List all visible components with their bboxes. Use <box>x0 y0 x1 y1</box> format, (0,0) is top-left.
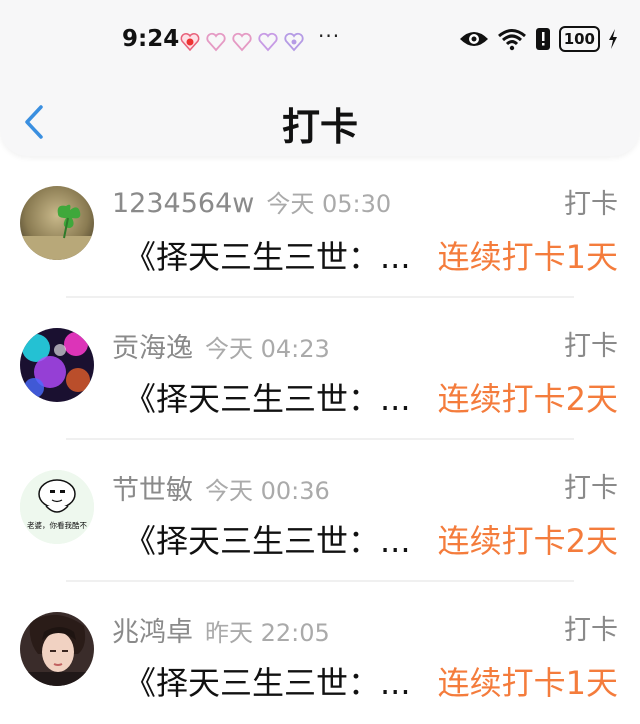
list-item[interactable]: 老婆，你看我酷不 节世敏 今天 00:36 打卡 《择天三生三世：... 连续打卡… <box>0 440 640 582</box>
post-time: 今天 04:23 <box>205 335 330 363</box>
post-time: 昨天 22:05 <box>205 619 330 647</box>
list-item[interactable]: 兆鸿卓 昨天 22:05 打卡 《择天三生三世：... 连续打卡1天 <box>0 582 640 724</box>
more-notifications: ··· <box>318 24 341 48</box>
avatar[interactable] <box>20 328 94 402</box>
user-name: 1234564w 今天 05:30 <box>112 188 392 219</box>
checkin-tag: 打卡 <box>564 615 618 646</box>
list-item[interactable]: 贡海逸 今天 04:23 打卡 《择天三生三世：... 连续打卡2天 <box>0 298 640 440</box>
streak-text: 连续打卡1天 <box>437 664 618 702</box>
eye-icon <box>459 32 488 46</box>
wifi-icon <box>497 29 526 51</box>
status-time: 9:24 <box>122 26 180 52</box>
post-time: 今天 00:36 <box>205 477 330 505</box>
page-title: 打卡 <box>281 105 358 149</box>
user-name: 贡海逸 今天 04:23 <box>112 333 330 364</box>
status-bar: 9:24 ··· 100 <box>0 18 640 64</box>
charging-icon <box>609 29 617 49</box>
book-title: 《择天三生三世：... <box>124 238 411 276</box>
list-item[interactable]: 1234564w 今天 05:30 打卡 《择天三生三世：... 连续打卡1天 <box>0 156 640 298</box>
book-title: 《择天三生三世：... <box>124 522 411 560</box>
notification-icons <box>180 32 304 52</box>
post-time: 今天 05:30 <box>266 190 392 218</box>
avatar[interactable] <box>20 186 94 260</box>
alert-icon <box>535 28 550 50</box>
battery-indicator: 100 <box>558 26 600 52</box>
user-name: 兆鸿卓 昨天 22:05 <box>112 617 330 648</box>
streak-text: 连续打卡2天 <box>437 522 618 560</box>
system-icons: 100 <box>459 26 618 52</box>
book-title: 《择天三生三世：... <box>124 664 411 702</box>
notif-icon <box>180 33 200 52</box>
avatar-caption: 老婆，你看我酷不 <box>27 520 87 530</box>
checkin-tag: 打卡 <box>564 331 618 362</box>
avatar[interactable] <box>20 612 94 686</box>
heart-icon <box>206 32 226 52</box>
heart-icon <box>258 32 278 52</box>
streak-text: 连续打卡2天 <box>437 380 618 418</box>
checkin-tag: 打卡 <box>564 189 618 220</box>
checkin-tag: 打卡 <box>564 473 618 504</box>
heart-icon <box>232 32 252 52</box>
checkin-list: 1234564w 今天 05:30 打卡 《择天三生三世：... 连续打卡1天 贡… <box>0 156 640 724</box>
heart-icon <box>284 32 304 52</box>
app-header: 9:24 ··· 100 打卡 <box>0 0 640 156</box>
book-title: 《择天三生三世：... <box>124 380 411 418</box>
user-name: 节世敏 今天 00:36 <box>112 475 330 506</box>
streak-text: 连续打卡1天 <box>437 238 618 276</box>
avatar[interactable]: 老婆，你看我酷不 <box>20 470 94 544</box>
